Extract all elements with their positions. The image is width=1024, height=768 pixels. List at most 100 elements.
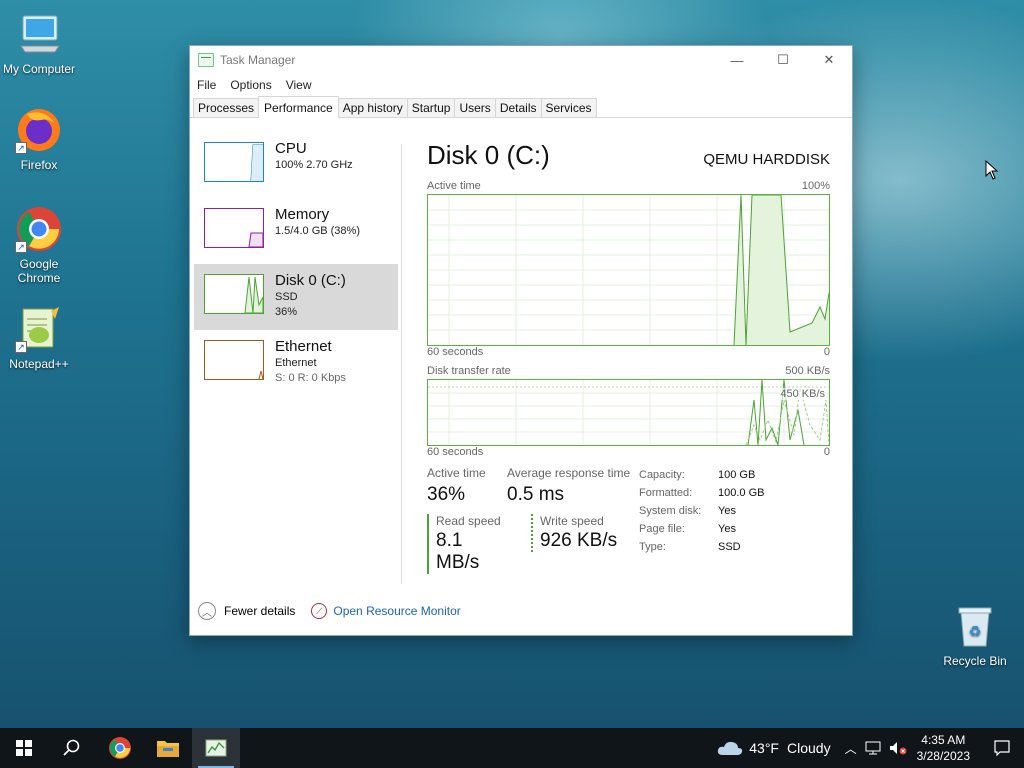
firefox-icon: ↗ xyxy=(15,106,63,154)
sidebar-title: CPU xyxy=(275,140,307,157)
taskbar-file-explorer[interactable] xyxy=(144,728,192,768)
sidebar-sub: S: 0 R: 0 Kbps xyxy=(275,372,346,384)
desktop-icon-chrome[interactable]: ↗ Google Chrome xyxy=(0,205,78,285)
graph2-inner-label: 450 KB/s xyxy=(780,388,825,400)
write-speed-label: Write speed xyxy=(540,514,604,528)
sidebar-sub: 1.5/4.0 GB (38%) xyxy=(275,225,360,237)
shortcut-arrow-icon: ↗ xyxy=(15,142,27,154)
sidebar-title: Memory xyxy=(275,206,330,223)
menu-bar: File Options View xyxy=(190,74,852,96)
tab-performance[interactable]: Performance xyxy=(258,96,339,118)
chrome-icon: ↗ xyxy=(15,205,63,253)
sidebar-sub: Ethernet xyxy=(275,357,317,369)
prop-key: Type: xyxy=(639,541,666,553)
desktop-icon-label: Notepad++ xyxy=(9,357,69,371)
graph1-time: 60 seconds xyxy=(427,346,484,358)
resource-monitor-icon: ⟋ xyxy=(311,603,328,619)
window-title: Task Manager xyxy=(220,53,296,67)
desktop-icon-firefox[interactable]: ↗ Firefox xyxy=(0,106,78,172)
prop-value: 100.0 GB xyxy=(718,487,765,499)
graph2-label: Disk transfer rate xyxy=(427,365,511,377)
maximize-button[interactable]: ☐ xyxy=(760,46,806,74)
notifications-button[interactable] xyxy=(980,728,1024,768)
tab-processes[interactable]: Processes xyxy=(193,98,260,117)
desktop-icon-label: Firefox xyxy=(20,158,58,172)
window-footer: ︿ Fewer details ⟋ Open Resource Monitor xyxy=(198,602,461,620)
taskbar: 43°F Cloudy ︿ 4:35 AM 3/28/2023 xyxy=(0,728,1024,768)
desktop-icon-label: My Computer xyxy=(2,62,76,76)
prop-key: Capacity: xyxy=(639,469,685,481)
cloud-icon xyxy=(718,741,743,755)
menu-file[interactable]: File xyxy=(197,78,216,92)
graph1-label: Active time xyxy=(427,180,481,192)
ethernet-thumbnail-graph xyxy=(204,340,264,380)
system-tray: 43°F Cloudy ︿ 4:35 AM 3/28/2023 xyxy=(717,728,1024,768)
disk-model: QEMU HARDDISK xyxy=(703,151,830,168)
mouse-cursor-icon xyxy=(985,160,999,180)
weather-temp[interactable]: 43°F xyxy=(749,740,779,756)
windows-icon xyxy=(16,740,32,756)
desktop-icon-my-computer[interactable]: My Computer xyxy=(0,10,78,76)
graph1-min: 0 xyxy=(823,346,830,358)
sidebar-item-memory[interactable]: Memory 1.5/4.0 GB (38%) xyxy=(194,198,398,264)
tab-users[interactable]: Users xyxy=(454,98,496,117)
tab-services[interactable]: Services xyxy=(540,98,597,117)
minimize-button[interactable]: — xyxy=(714,46,760,74)
transfer-rate-graph: 450 KB/s xyxy=(427,379,830,446)
desktop-icon-notepadpp[interactable]: ↗ Notepad++ xyxy=(0,305,78,371)
close-button[interactable]: ✕ xyxy=(806,46,852,74)
sidebar-item-ethernet[interactable]: Ethernet Ethernet S: 0 R: 0 Kbps xyxy=(194,330,398,396)
network-icon[interactable] xyxy=(865,741,881,755)
sidebar-title: Ethernet xyxy=(275,338,332,355)
prop-value: SSD xyxy=(718,541,741,553)
computer-icon xyxy=(15,10,63,58)
svg-text:♻: ♻ xyxy=(969,624,982,640)
chrome-icon xyxy=(109,737,131,759)
chevron-up-icon[interactable]: ︿ xyxy=(198,602,216,620)
active-time-value: 36% xyxy=(427,484,466,505)
prop-key: Page file: xyxy=(639,523,685,535)
folder-icon xyxy=(157,741,179,757)
sidebar-item-cpu[interactable]: CPU 100% 2.70 GHz xyxy=(194,132,398,198)
title-bar[interactable]: Task Manager — ☐ ✕ xyxy=(190,46,852,74)
graph2-max: 500 KB/s xyxy=(785,365,830,377)
avg-response-label: Average response time xyxy=(507,466,631,480)
disk-thumbnail-graph xyxy=(204,274,264,314)
prop-value: Yes xyxy=(718,505,736,517)
chevron-up-icon[interactable]: ︿ xyxy=(845,740,857,757)
menu-view[interactable]: View xyxy=(286,78,312,92)
sidebar-sub: 100% 2.70 GHz xyxy=(275,159,353,171)
prop-value: Yes xyxy=(718,523,736,535)
search-button[interactable] xyxy=(48,728,96,768)
volume-muted-icon[interactable] xyxy=(889,741,907,755)
sidebar-item-disk[interactable]: Disk 0 (C:) SSD 36% xyxy=(194,264,398,330)
disk-properties: Capacity: 100 GB Formatted: 100.0 GB Syste… xyxy=(639,466,764,574)
desktop-icon-recycle-bin[interactable]: ♻ Recycle Bin xyxy=(936,602,1014,668)
taskbar-chrome[interactable] xyxy=(96,728,144,768)
graph2-time: 60 seconds xyxy=(427,446,484,458)
tab-app-history[interactable]: App history xyxy=(337,98,408,117)
open-resource-monitor-link[interactable]: Open Resource Monitor xyxy=(333,604,460,618)
tab-startup[interactable]: Startup xyxy=(406,98,456,117)
weather-condition[interactable]: Cloudy xyxy=(787,740,831,756)
clock-date: 3/28/2023 xyxy=(916,749,970,763)
panel-divider xyxy=(401,144,402,584)
resource-sidebar: CPU 100% 2.70 GHz Memory 1.5/4.0 GB (38%… xyxy=(194,132,398,396)
task-manager-icon xyxy=(198,53,214,67)
start-button[interactable] xyxy=(0,728,48,768)
notification-icon xyxy=(994,740,1010,756)
desktop-icon-label: Recycle Bin xyxy=(943,654,1007,668)
prop-key: Formatted: xyxy=(639,487,693,499)
prop-value: 100 GB xyxy=(718,469,756,481)
active-time-label: Active time xyxy=(427,466,486,480)
menu-options[interactable]: Options xyxy=(230,78,271,92)
fewer-details-link[interactable]: Fewer details xyxy=(224,604,295,618)
taskbar-task-manager[interactable] xyxy=(192,728,240,768)
cpu-thumbnail-graph xyxy=(204,142,264,182)
task-manager-window: Task Manager — ☐ ✕ File Options View Pro… xyxy=(189,45,853,636)
prop-key: System disk: xyxy=(639,505,702,517)
avg-response-value: 0.5 ms xyxy=(507,484,565,505)
clock[interactable]: 4:35 AM 3/28/2023 xyxy=(917,732,970,764)
graph2-min: 0 xyxy=(823,446,830,458)
tab-details[interactable]: Details xyxy=(494,98,542,117)
